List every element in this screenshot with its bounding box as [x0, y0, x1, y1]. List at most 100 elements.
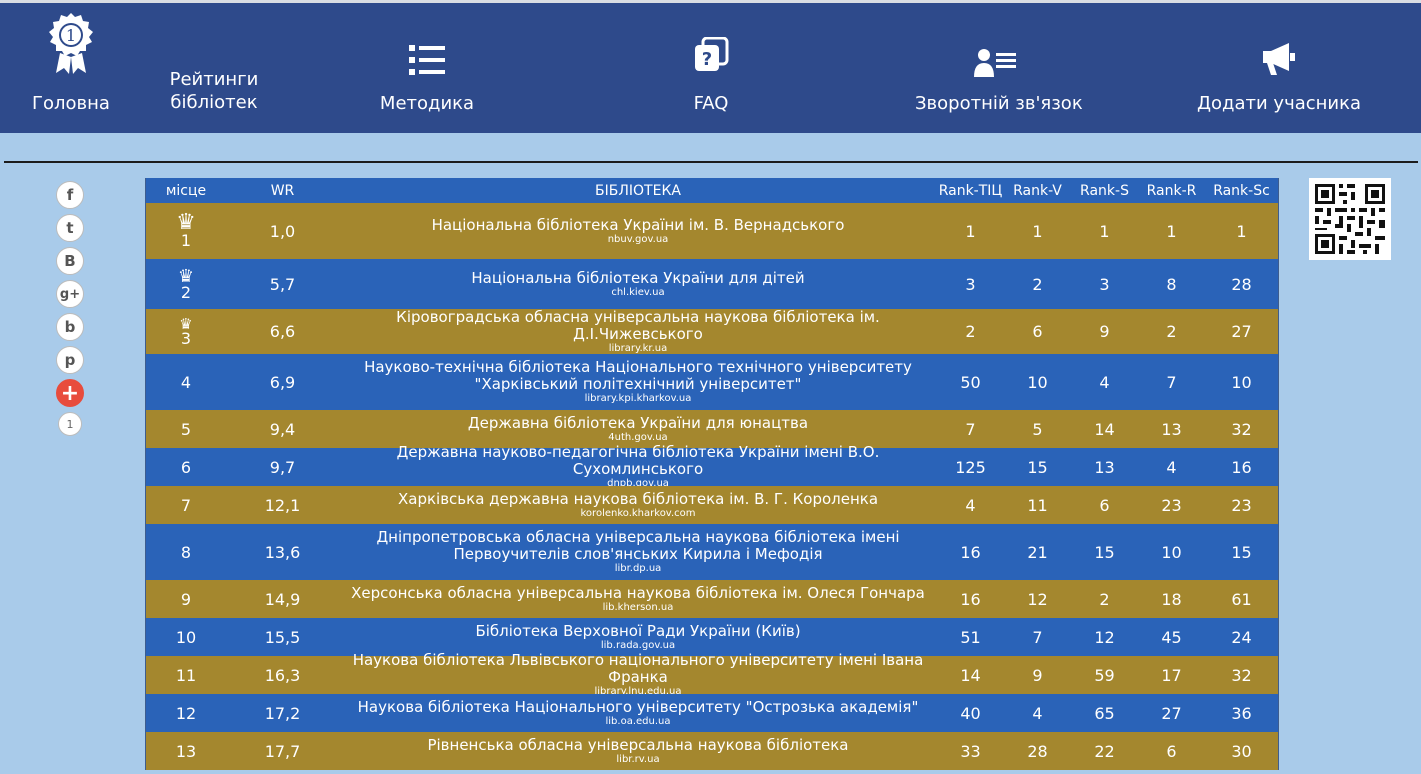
- library-name-link[interactable]: Державна науково-педагогічна бібліотека …: [349, 444, 927, 478]
- library-name-link[interactable]: Харківська державна наукова бібліотека і…: [398, 490, 878, 508]
- table-row[interactable]: 13 17,7 Рівненська обласна універсальна на…: [146, 732, 1278, 770]
- rank-s-cell: 9: [1099, 322, 1110, 341]
- wr-cell: 15,5: [264, 627, 301, 647]
- wr-cell: 1,0: [269, 221, 296, 241]
- col-header-place[interactable]: місце: [146, 178, 226, 203]
- wr-cell: 14,9: [264, 589, 301, 609]
- library-name-link[interactable]: Науково-технічна бібліотека Національног…: [349, 359, 927, 393]
- table-body: ♛ 1 1,0 Національна бібліотека України ім. …: [146, 203, 1278, 770]
- rank-sc-cell: 32: [1231, 419, 1252, 439]
- library-cell: Державна науково-педагогічна бібліотека …: [339, 444, 937, 490]
- table-row[interactable]: ♛ 2 5,7 Національна бібліотека України для …: [146, 259, 1278, 309]
- facebook-icon[interactable]: f: [56, 181, 84, 209]
- list-icon: [409, 45, 445, 75]
- place-cell: 11: [146, 656, 226, 694]
- place-number: 5: [180, 419, 192, 439]
- nav-methodology[interactable]: Методика: [372, 3, 482, 128]
- nav-home[interactable]: 1 Головна: [30, 3, 112, 128]
- vk-icon[interactable]: B: [56, 247, 84, 275]
- pinterest-icon[interactable]: p: [56, 346, 84, 374]
- table-row[interactable]: 9 14,9 Херсонська обласна універсальна нау…: [146, 580, 1278, 618]
- rank-v-cell: 15: [1027, 457, 1048, 477]
- rank-v-cell: 10: [1027, 372, 1048, 392]
- place-number: 10: [175, 627, 197, 647]
- table-row[interactable]: 7 12,1 Харківська державна наукова бібліот…: [146, 486, 1278, 524]
- table-row[interactable]: 12 17,2 Наукова бібліотека Національного у…: [146, 694, 1278, 732]
- rank-s-cell: 12: [1094, 627, 1115, 647]
- col-header-rank-s[interactable]: Rank-S: [1071, 178, 1138, 203]
- rank-r-cell: 45: [1161, 627, 1182, 647]
- library-name-link[interactable]: Національна бібліотека України для дітей: [471, 269, 804, 287]
- header-divider: [4, 161, 1418, 163]
- place-cell: 12: [146, 694, 226, 732]
- col-header-rank-tic[interactable]: Rank-ТІЦ: [937, 178, 1004, 203]
- col-header-library[interactable]: БІБЛІОТЕКА: [339, 178, 937, 203]
- rank-sc-cell: 27: [1231, 322, 1252, 341]
- rank-r-cell: 6: [1166, 741, 1177, 761]
- table-row[interactable]: 11 16,3 Наукова бібліотека Львівського нац…: [146, 652, 1278, 697]
- add-share-icon[interactable]: +: [56, 379, 84, 407]
- place-cell: ♛ 2: [146, 259, 226, 309]
- library-url[interactable]: libr.dp.ua: [615, 563, 662, 575]
- library-name-link[interactable]: Бібліотека Верховної Ради України (Київ): [475, 622, 800, 640]
- library-url[interactable]: library.kr.ua: [609, 343, 668, 355]
- library-name-link[interactable]: Херсонська обласна універсальна наукова …: [351, 584, 925, 602]
- table-header: місце WR БІБЛІОТЕКА Rank-ТІЦ Rank-V Rank…: [146, 178, 1278, 203]
- library-url[interactable]: korolenko.kharkov.com: [581, 508, 696, 520]
- table-row[interactable]: 8 13,6 Дніпропетровська обласна універсаль…: [146, 524, 1278, 580]
- library-url[interactable]: nbuv.gov.ua: [608, 234, 669, 246]
- place-cell: 5: [146, 410, 226, 448]
- col-header-rank-sc[interactable]: Rank-Sc: [1205, 178, 1278, 203]
- table-row[interactable]: 4 6,9 Науково-технічна бібліотека Націонал…: [146, 354, 1278, 410]
- wr-cell: 9,7: [269, 457, 296, 477]
- library-url[interactable]: lib.rada.gov.ua: [601, 640, 675, 652]
- library-name-link[interactable]: Дніпропетровська обласна універсальна на…: [349, 529, 927, 563]
- rank-v-cell: 9: [1032, 665, 1043, 685]
- library-name-link[interactable]: Рівненська обласна універсальна наукова …: [427, 736, 848, 754]
- table-row[interactable]: ♛ 1 1,0 Національна бібліотека України ім. …: [146, 203, 1278, 259]
- col-header-rank-r[interactable]: Rank-R: [1138, 178, 1205, 203]
- library-name-link[interactable]: Наукова бібліотека Національного універс…: [358, 698, 919, 716]
- nav-add-participant[interactable]: Додати учасника: [1190, 3, 1368, 128]
- rank-s-cell: 59: [1094, 665, 1115, 685]
- place-cell: 13: [146, 732, 226, 770]
- table-row[interactable]: ♛ 3 6,6 Кіровоградська обласна універсальна…: [146, 308, 1278, 355]
- wr-cell: 9,4: [269, 419, 296, 439]
- blogger-icon[interactable]: b: [56, 313, 84, 341]
- library-url[interactable]: lib.oa.edu.ua: [606, 716, 671, 728]
- library-cell: Науково-технічна бібліотека Національног…: [339, 354, 937, 410]
- library-url[interactable]: 4uth.gov.ua: [608, 432, 667, 444]
- nav-feedback[interactable]: Зворотній зв'язок: [915, 3, 1083, 128]
- place-cell: 6: [146, 448, 226, 486]
- rank-s-cell: 65: [1094, 703, 1115, 723]
- rank-sc-cell: 36: [1231, 703, 1252, 723]
- rank-r-cell: 13: [1161, 419, 1182, 439]
- megaphone-icon: [1263, 43, 1295, 75]
- library-url[interactable]: chl.kiev.ua: [611, 287, 664, 299]
- library-name-link[interactable]: Кіровоградська обласна універсальна наук…: [349, 308, 927, 343]
- nav-ratings[interactable]: Рейтинги бібліотек: [168, 3, 260, 128]
- crown-icon: ♛: [177, 265, 195, 287]
- google-plus-icon[interactable]: g+: [56, 280, 84, 308]
- rank-tic-cell: 2: [965, 322, 976, 341]
- library-url[interactable]: library.kpi.kharkov.ua: [585, 393, 692, 405]
- rank-v-cell: 5: [1032, 419, 1043, 439]
- nav-faq[interactable]: ? FAQ: [670, 3, 752, 128]
- library-name-link[interactable]: Наукова бібліотека Львівського національ…: [349, 652, 927, 686]
- library-url[interactable]: libr.rv.ua: [616, 754, 659, 766]
- col-header-rank-v[interactable]: Rank-V: [1004, 178, 1071, 203]
- table-row[interactable]: 6 9,7 Державна науково-педагогічна бібліот…: [146, 444, 1278, 490]
- library-url[interactable]: lib.kherson.ua: [603, 602, 674, 614]
- rank-v-cell: 6: [1032, 322, 1043, 341]
- rank-v-cell: 21: [1027, 542, 1048, 562]
- rank-sc-cell: 61: [1231, 589, 1252, 609]
- library-name-link[interactable]: Державна бібліотека України для юнацтва: [468, 414, 808, 432]
- rank-s-cell: 13: [1094, 457, 1115, 477]
- qr-code: [1309, 178, 1391, 260]
- col-header-wr[interactable]: WR: [226, 178, 339, 203]
- twitter-icon[interactable]: t: [56, 214, 84, 242]
- rank-s-cell: 6: [1099, 495, 1110, 515]
- award-medal-icon: 1: [49, 13, 93, 74]
- library-name-link[interactable]: Національна бібліотека України ім. В. Ве…: [432, 216, 845, 234]
- rank-r-cell: 1: [1166, 221, 1177, 241]
